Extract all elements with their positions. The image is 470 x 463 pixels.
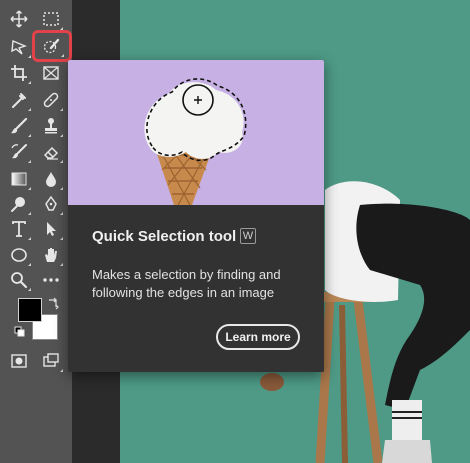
move-tool[interactable] [6, 6, 32, 32]
path-selection-tool[interactable] [38, 216, 64, 242]
hand-tool[interactable] [38, 242, 64, 268]
crop-icon [11, 65, 27, 81]
bandage-icon [43, 92, 59, 108]
foreground-color-swatch[interactable] [18, 298, 42, 322]
screen-mode-icon [43, 353, 59, 367]
tooltip-preview [68, 60, 324, 205]
clone-stamp-tool[interactable] [38, 113, 64, 139]
ellipsis-icon [43, 278, 59, 282]
eraser-icon [43, 146, 59, 160]
history-brush-icon [11, 144, 27, 159]
quick-mask-icon [11, 354, 27, 368]
gradient-icon [11, 172, 27, 186]
frame-icon [43, 66, 59, 80]
ice-cream-preview-image [144, 78, 247, 205]
zoom-tool[interactable] [6, 267, 32, 293]
brush-tool[interactable] [6, 113, 32, 139]
hand-icon [45, 248, 57, 262]
swap-colors-icon[interactable] [47, 297, 61, 311]
default-colors-icon[interactable] [14, 326, 26, 338]
frame-tool[interactable] [38, 60, 64, 86]
spot-healing-tool[interactable] [38, 87, 64, 113]
gradient-tool[interactable] [6, 166, 32, 192]
screen-mode-button[interactable] [38, 348, 64, 374]
brush-icon [11, 117, 28, 134]
lasso-tool[interactable] [6, 34, 32, 60]
dodge-icon [11, 197, 25, 212]
quick-mask-button[interactable] [6, 348, 32, 374]
blur-tool[interactable] [38, 166, 64, 192]
more-tools[interactable] [38, 267, 64, 293]
tooltip-title: Quick Selection tool [92, 228, 237, 245]
shape-tool[interactable] [6, 242, 32, 268]
lasso-icon [11, 39, 27, 55]
quick-selection-highlight [32, 30, 72, 62]
stamp-icon [45, 118, 57, 134]
ellipse-icon [11, 248, 27, 262]
eraser-tool[interactable] [38, 139, 64, 165]
tools-panel [0, 0, 72, 463]
pen-tool[interactable] [38, 191, 64, 217]
zoom-icon [11, 272, 28, 289]
tooltip-description: Makes a selection by finding and followi… [92, 267, 281, 300]
type-tool[interactable] [6, 216, 32, 242]
move-icon [10, 10, 28, 28]
shortcut-badge: W [240, 228, 256, 244]
history-brush-tool[interactable] [6, 139, 32, 165]
eyedropper-icon [12, 93, 26, 108]
marquee-icon [43, 12, 59, 26]
pen-icon [45, 195, 57, 211]
drop-icon [46, 172, 56, 187]
crop-tool[interactable] [6, 60, 32, 86]
arrow-icon [47, 222, 56, 236]
eyedropper-tool[interactable] [6, 87, 32, 113]
dodge-tool[interactable] [6, 191, 32, 217]
marquee-tool[interactable] [38, 6, 64, 32]
tool-tooltip: Quick Selection tool W Makes a selection… [68, 60, 324, 372]
type-icon [12, 221, 26, 237]
learn-more-button[interactable]: Learn more [216, 324, 300, 350]
